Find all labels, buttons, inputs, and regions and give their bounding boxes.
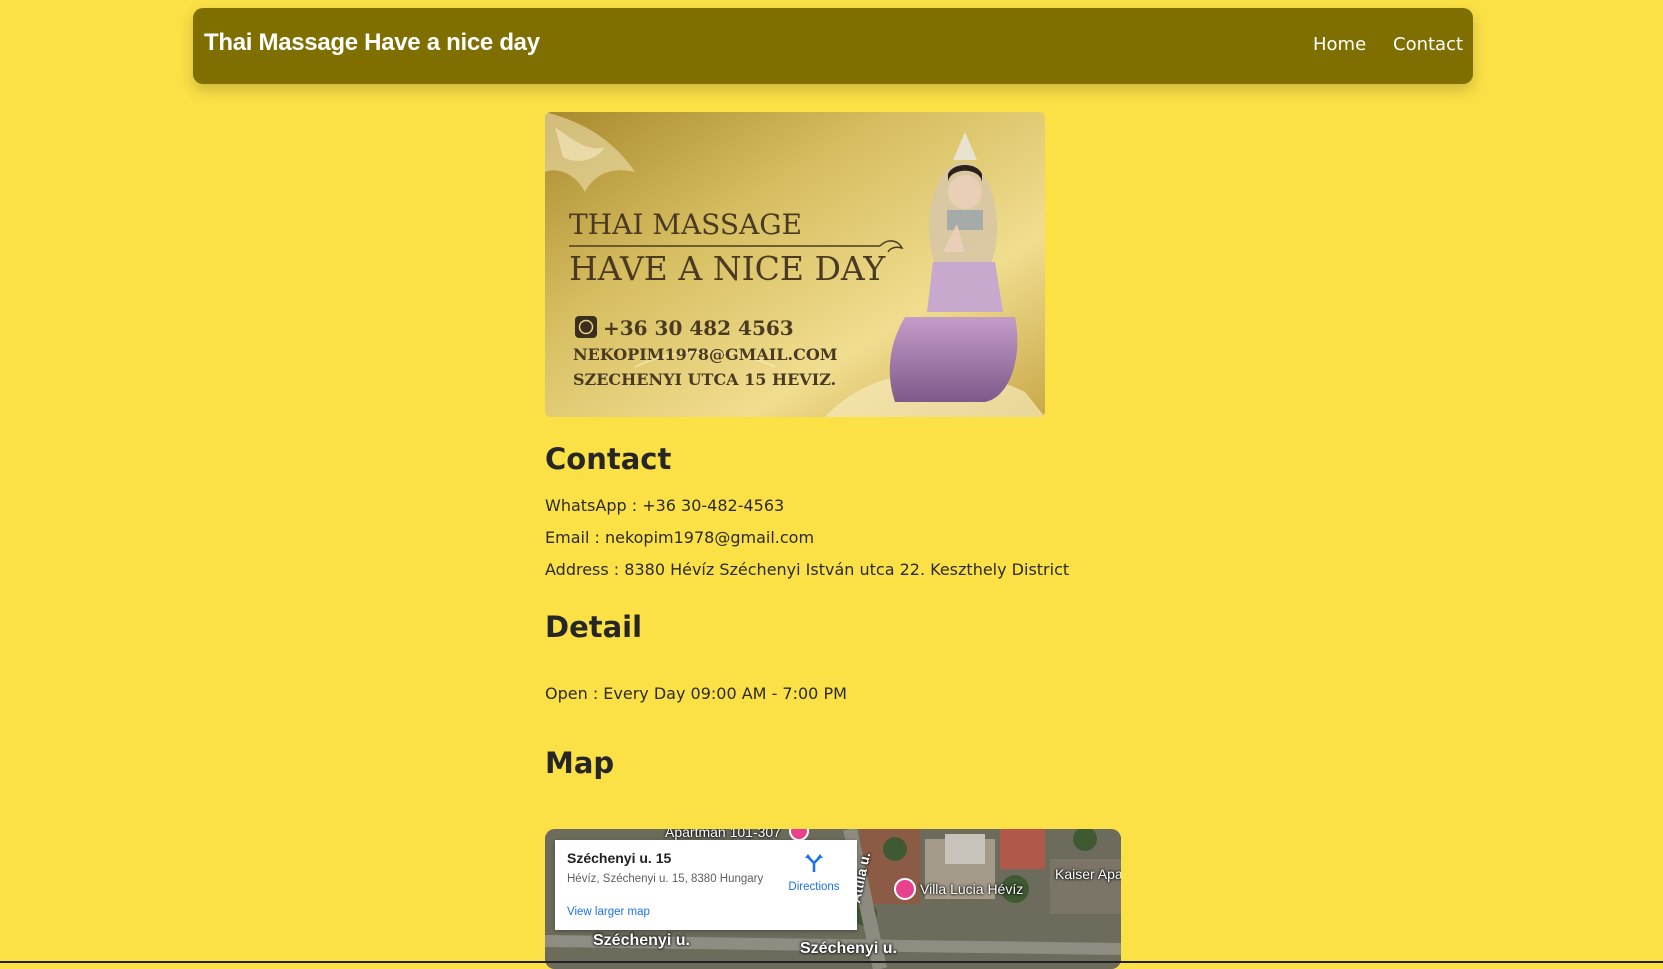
view-larger-map-link[interactable]: View larger map — [567, 906, 650, 918]
contact-address: Address : 8380 Hévíz Széchenyi István ut… — [545, 560, 1070, 579]
directions-label: Directions — [788, 881, 840, 893]
map-label-street1: Széchenyi u. — [593, 932, 690, 949]
map-label-villa[interactable]: Villa Lucia Hévíz — [920, 881, 1023, 897]
banner-line2: HAVE A NICE DAY — [569, 249, 886, 288]
map-place-card: Széchenyi u. 15 Hévíz, Széchenyi u. 15, … — [555, 840, 857, 930]
map-card-title: Széchenyi u. 15 — [567, 850, 672, 866]
contact-whatsapp: WhatsApp : +36 30-482-4563 — [545, 496, 785, 515]
map-embed[interactable]: Apartman 101-307 Villa Lucia Hévíz Kaise… — [545, 829, 1121, 969]
nav-home-link[interactable]: Home — [1313, 34, 1366, 55]
map-card-address: Hévíz, Széchenyi u. 15, 8380 Hungary — [567, 873, 764, 885]
contact-email: Email : nekopim1978@gmail.com — [545, 528, 815, 547]
map-label-street2: Széchenyi u. — [800, 940, 897, 957]
navbar: Thai Massage Have a nice day Home Contac… — [193, 8, 1473, 84]
map-heading: Map — [545, 746, 615, 780]
banner-line1: THAI MASSAGE — [569, 208, 803, 241]
banner-email: NEKOPIM1978@GMAIL.COM — [573, 345, 838, 364]
detail-heading: Detail — [545, 610, 643, 644]
brand-title[interactable]: Thai Massage Have a nice day — [204, 29, 540, 57]
detail-open-hours: Open : Every Day 09:00 AM - 7:00 PM — [545, 684, 847, 703]
directions-button[interactable]: Directions — [783, 852, 845, 893]
nav-contact-link[interactable]: Contact — [1393, 34, 1463, 55]
map-label-kaiser[interactable]: Kaiser Apa — [1055, 866, 1121, 882]
banner-phone: +36 30 482 4563 — [603, 316, 794, 340]
contact-heading: Contact — [545, 442, 672, 476]
directions-icon — [805, 854, 823, 872]
banner-address: SZECHENYI UTCA 15 HEVIZ. — [573, 370, 837, 389]
map-label-top: Apartman 101-307 — [665, 829, 781, 840]
banner-image: THAI MASSAGE HAVE A NICE DAY +36 30 482 … — [545, 112, 1045, 417]
